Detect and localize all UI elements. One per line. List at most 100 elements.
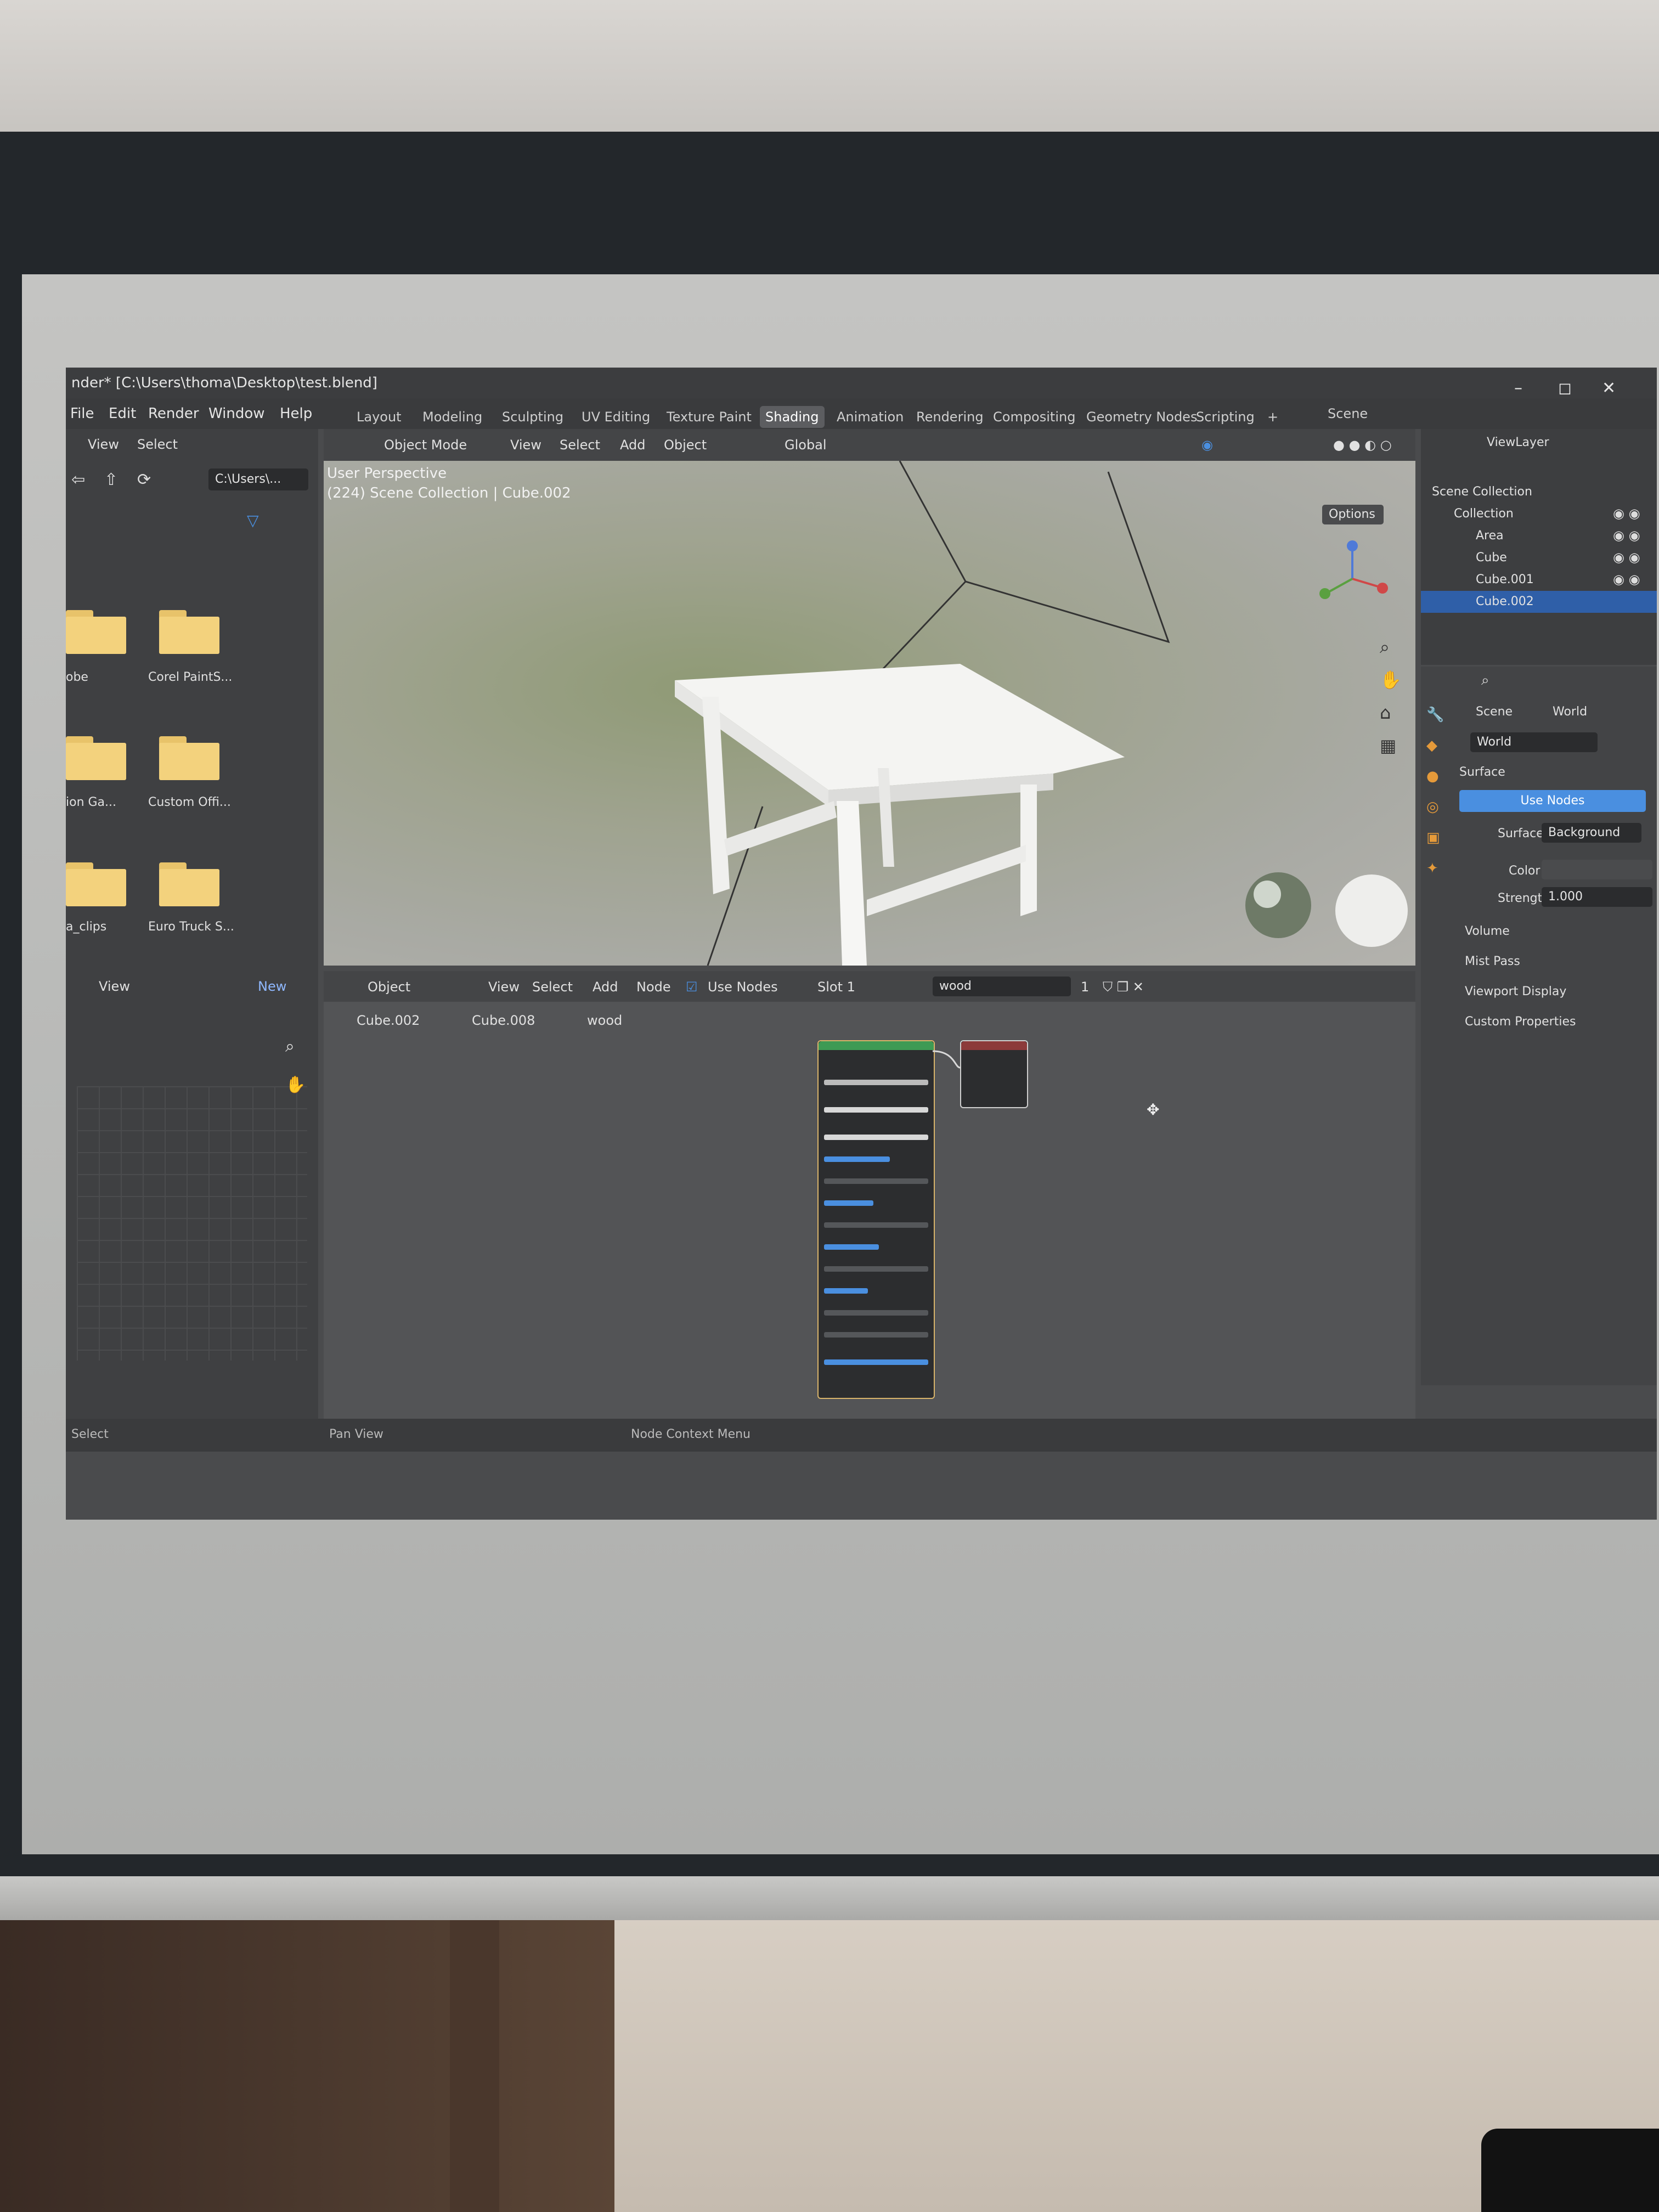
node-type-dropdown[interactable]: Object: [368, 971, 410, 1003]
ie-view-menu[interactable]: View: [99, 971, 130, 1002]
ne-select-menu[interactable]: Select: [532, 971, 573, 1003]
tabletop: [675, 664, 1125, 790]
eye-icon[interactable]: ◉ ◉: [1613, 550, 1640, 565]
use-nodes-checkbox[interactable]: ☑: [686, 971, 698, 1003]
surface-shader-dropdown[interactable]: Background: [1542, 823, 1641, 843]
folder-icon[interactable]: [159, 610, 219, 654]
folder-icon[interactable]: [66, 862, 126, 906]
surface-panel-header[interactable]: Surface: [1459, 765, 1505, 779]
node-slider[interactable]: [824, 1288, 868, 1294]
eye-icon[interactable]: ◉ ◉: [1613, 506, 1640, 521]
gizmo-x-line: [1352, 578, 1380, 588]
pan-hand-icon[interactable]: ✋: [1380, 669, 1402, 690]
filter-icon[interactable]: ▽: [247, 511, 259, 529]
strength-field[interactable]: 1.000: [1542, 887, 1652, 907]
node-slider[interactable]: [824, 1244, 879, 1250]
node-slider[interactable]: [824, 1359, 928, 1365]
custom-properties-panel[interactable]: Custom Properties: [1465, 1015, 1576, 1029]
node-slider[interactable]: [824, 1310, 928, 1316]
menu-edit[interactable]: Edit: [109, 398, 136, 429]
material-buttons-icons[interactable]: ⛉ ❐ ✕: [1103, 971, 1144, 1003]
slot-dropdown[interactable]: Slot 1: [817, 971, 855, 1003]
3d-viewport[interactable]: User Perspective (224) Scene Collection …: [324, 461, 1415, 966]
maximize-button[interactable]: ◻: [1558, 379, 1572, 398]
close-button[interactable]: ✕: [1602, 379, 1616, 398]
color-swatch[interactable]: [1542, 860, 1652, 879]
mist-pass-panel[interactable]: Mist Pass: [1465, 955, 1520, 968]
tab-uv-editing[interactable]: UV Editing: [576, 406, 656, 428]
folder-icon[interactable]: [66, 610, 126, 654]
tab-animation[interactable]: Animation: [831, 406, 909, 428]
folder-icon[interactable]: [66, 736, 126, 780]
ne-view-menu[interactable]: View: [488, 971, 520, 1003]
eye-icon[interactable]: ◉ ◉: [1613, 572, 1640, 587]
tab-texture-paint[interactable]: Texture Paint: [661, 406, 757, 428]
tab-sculpting[interactable]: Sculpting: [496, 406, 569, 428]
camera-view-icon[interactable]: ⌂: [1380, 702, 1391, 723]
node-editor-canvas[interactable]: Cube.002 Cube.008 wood ✥: [324, 1002, 1415, 1419]
folder-icon[interactable]: [159, 862, 219, 906]
fb-view-menu[interactable]: View: [88, 429, 119, 460]
menu-render[interactable]: Render: [148, 398, 199, 429]
search-icon[interactable]: ⌕: [1481, 672, 1489, 689]
image-editor-panel[interactable]: View New ⌕ ✋: [66, 971, 318, 1419]
back-arrow-icon[interactable]: ⇦: [71, 470, 85, 489]
outliner-label: Scene Collection: [1432, 485, 1532, 499]
tab-compositing[interactable]: Compositing: [988, 406, 1081, 428]
node-field[interactable]: [824, 1080, 928, 1085]
folder-icon[interactable]: [159, 736, 219, 780]
tab-scripting[interactable]: Scripting: [1190, 406, 1260, 428]
transform-orientation-dropdown[interactable]: Global: [785, 429, 827, 461]
tab-shading[interactable]: Shading: [760, 406, 825, 428]
zoom-icon[interactable]: ⌕: [1380, 636, 1390, 658]
node-field[interactable]: [824, 1107, 928, 1113]
ie-new-button[interactable]: New: [258, 971, 286, 1002]
folder-label: a_clips: [66, 920, 107, 934]
vp-add-menu[interactable]: Add: [620, 429, 645, 461]
tab-modeling[interactable]: Modeling: [417, 406, 488, 428]
ortho-toggle-icon[interactable]: ▦: [1380, 735, 1396, 756]
fb-path-field[interactable]: C:\Users\...: [208, 469, 308, 490]
tab-geometry-nodes[interactable]: Geometry Nodes: [1081, 406, 1203, 428]
refresh-icon[interactable]: ⟳: [137, 470, 151, 489]
view-layer-label[interactable]: ViewLayer: [1487, 436, 1549, 449]
world-name-field[interactable]: World: [1470, 732, 1598, 752]
menu-help[interactable]: Help: [280, 398, 312, 429]
menu-window[interactable]: Window: [208, 398, 265, 429]
vp-select-menu[interactable]: Select: [560, 429, 600, 461]
eye-icon[interactable]: ◉ ◉: [1613, 528, 1640, 543]
tab-layout[interactable]: Layout: [351, 406, 407, 428]
principled-bsdf-node[interactable]: [817, 1040, 935, 1399]
node-slider[interactable]: [824, 1178, 928, 1184]
shading-mode-icons[interactable]: ● ● ◐ ○: [1333, 429, 1392, 461]
node-field[interactable]: [824, 1135, 928, 1140]
zoom-icon[interactable]: ⌕: [285, 1037, 295, 1056]
object-mode-dropdown[interactable]: Object Mode: [384, 429, 467, 461]
ne-add-menu[interactable]: Add: [592, 971, 618, 1003]
property-tabs-icons[interactable]: 🔧 ◆ ● ◎ ▣ ✦: [1426, 699, 1448, 884]
node-slider[interactable]: [824, 1222, 928, 1228]
outliner-row-selected[interactable]: Cube.002: [1421, 591, 1657, 613]
use-nodes-button[interactable]: Use Nodes: [1459, 790, 1646, 812]
vp-object-menu[interactable]: Object: [664, 429, 707, 461]
volume-panel[interactable]: Volume: [1465, 924, 1510, 938]
ne-node-menu[interactable]: Node: [636, 971, 671, 1003]
vp-view-menu[interactable]: View: [510, 429, 541, 461]
viewport-display-panel[interactable]: Viewport Display: [1465, 985, 1566, 998]
node-slider[interactable]: [824, 1156, 890, 1162]
fb-select-menu[interactable]: Select: [137, 429, 178, 460]
pan-hand-icon[interactable]: ✋: [285, 1075, 306, 1094]
material-name-field[interactable]: wood: [933, 977, 1071, 996]
menu-file[interactable]: File: [70, 398, 94, 429]
parent-dir-icon[interactable]: ⇧: [104, 470, 118, 489]
add-workspace-button[interactable]: +: [1262, 406, 1284, 428]
node-slider[interactable]: [824, 1200, 873, 1206]
outliner-row[interactable]: Scene Collection: [1421, 481, 1657, 503]
tab-rendering[interactable]: Rendering: [911, 406, 989, 428]
scene-selector[interactable]: Scene: [1322, 403, 1373, 425]
node-slider[interactable]: [824, 1332, 928, 1338]
node-slider[interactable]: [824, 1266, 928, 1272]
gizmo-toggle-icon[interactable]: ◉: [1201, 429, 1213, 461]
window-title: nder* [C:\Users\thoma\Desktop\test.blend…: [66, 368, 1657, 398]
minimize-button[interactable]: –: [1514, 379, 1522, 398]
